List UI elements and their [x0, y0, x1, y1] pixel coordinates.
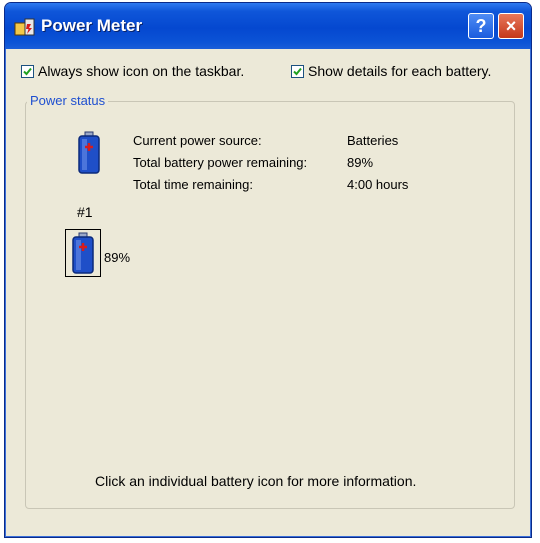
battery-1-percent: 89%: [104, 250, 131, 265]
power-status-values: Batteries 89% 4:00 hours: [347, 130, 408, 196]
checkmark-icon: [23, 67, 32, 75]
show-details-option[interactable]: Show details for each battery.: [291, 63, 491, 79]
close-button[interactable]: ×: [498, 13, 524, 39]
always-show-icon-option[interactable]: Always show icon on the taskbar.: [21, 63, 244, 79]
power-meter-app-icon: [14, 18, 35, 36]
time-remaining-label: Total time remaining:: [133, 177, 253, 192]
current-source-label: Current power source:: [133, 133, 262, 148]
power-status-labels: Current power source: Total battery powe…: [133, 130, 307, 196]
time-remaining-value: 4:00 hours: [347, 177, 409, 192]
current-source-value: Batteries: [347, 133, 399, 148]
battery-1-button[interactable]: [65, 229, 101, 277]
show-details-checkbox[interactable]: [291, 64, 304, 78]
title-bar[interactable]: Power Meter ? ×: [5, 3, 531, 49]
power-meter-window: Power Meter ? × Always show icon on the …: [4, 2, 532, 538]
battery-icon: [72, 232, 94, 274]
power-status-group-label: Power status: [27, 93, 109, 108]
help-button[interactable]: ?: [468, 13, 494, 39]
battery-number: #1: [77, 204, 93, 220]
always-show-icon-label: Always show icon on the taskbar.: [38, 63, 245, 79]
battery-icon: [78, 131, 100, 174]
dialog-client-area: Always show icon on the taskbar. Show de…: [9, 49, 527, 533]
show-details-label: Show details for each battery.: [308, 63, 492, 79]
window-title: Power Meter: [41, 16, 143, 35]
hint-text: Click an individual battery icon for mor…: [95, 473, 417, 489]
checkmark-icon: [293, 67, 302, 75]
battery-remaining-label: Total battery power remaining:: [133, 155, 308, 170]
battery-remaining-value: 89%: [347, 155, 374, 170]
always-show-icon-checkbox[interactable]: [21, 64, 34, 78]
